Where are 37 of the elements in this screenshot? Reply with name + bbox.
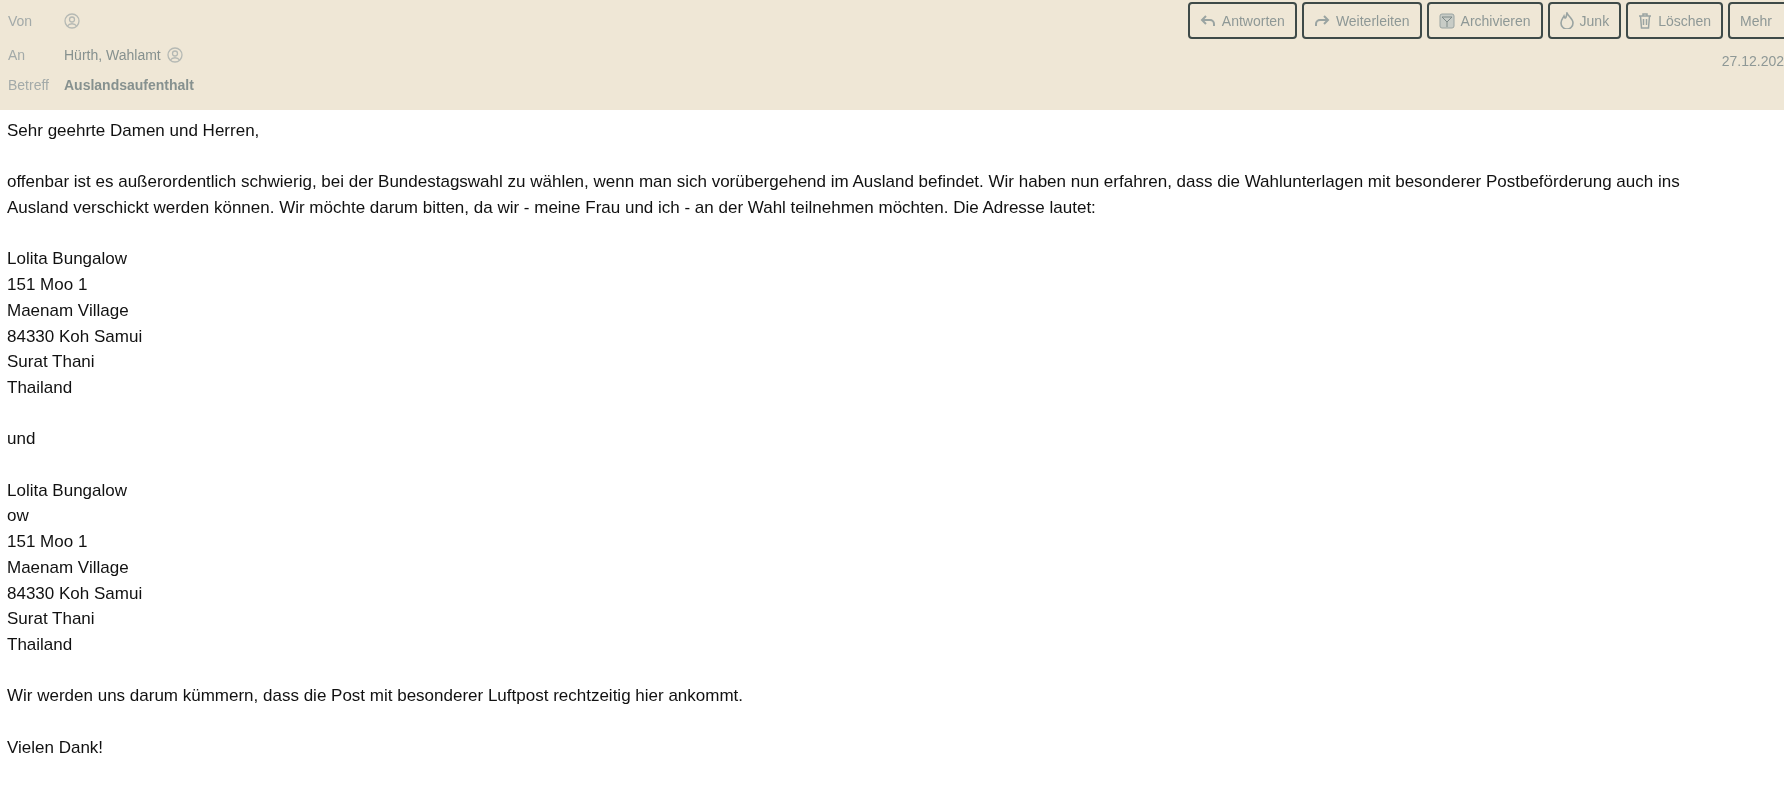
contact-icon[interactable] [64, 13, 80, 29]
address-line: 84330 Koh Samui [7, 325, 144, 348]
address-line: 84330 Koh Samui [7, 582, 144, 605]
reply-button[interactable]: Antworten [1187, 2, 1297, 39]
flame-icon [1559, 12, 1574, 29]
address-line: Maenam Village [7, 299, 130, 322]
address-line: Lolita Bungalow [7, 479, 129, 502]
recipient-name[interactable]: Hürth, Wahlamt [64, 47, 161, 63]
forward-button[interactable]: Weiterleiten [1301, 2, 1422, 39]
more-button[interactable]: Mehr [1728, 2, 1784, 39]
address-line: 151 Moo 1 [7, 274, 89, 297]
body-paragraph: Sehr geehrte Damen und Herren, [7, 120, 261, 142]
address-line: Maenam Village [7, 556, 130, 579]
address-line: ow [7, 505, 30, 528]
field-label: Betreff [8, 77, 49, 93]
address-line: 151 Moo 1 [7, 531, 89, 554]
body-paragraph: und [7, 428, 37, 451]
box-icon [1438, 12, 1455, 29]
trash-icon [1638, 12, 1653, 29]
forward-arrow-icon [1313, 13, 1330, 28]
address-line: Thailand [7, 377, 74, 399]
contact-icon[interactable] [166, 47, 183, 63]
body-paragraph: Vielen Dank! [7, 736, 105, 759]
field-label: An [8, 47, 26, 63]
body-paragraph: Wir werden uns darum kümmern, dass die Post mit besonderer Luftpost rechtzeitig hier ankommt. [7, 685, 745, 708]
reply-arrow-icon [1199, 13, 1216, 28]
field-label: Von [8, 13, 33, 29]
address-line: Surat Thani [7, 608, 96, 631]
archive-button[interactable]: Archivieren [1426, 2, 1543, 39]
address-line: Lolita Bungalow [7, 248, 129, 271]
body-paragraph: offenbar ist es außerordentlich schwierig, bei der Bundestagswahl zu wählen, wenn man sich vorübergehend im Ausland befindet. Wir haben nun erfahren, dass die Wahlunterlagen mit besonderer Postbeförderung auch ins Ausland verschickt werden können. Wir möchte darum bitten, da wir - meine Frau und ich - an der Wahl teilnehmen möchten. Die Adresse lautet: [7, 171, 1681, 220]
delete-button[interactable]: Löschen [1626, 2, 1724, 39]
address-line: Thailand [7, 634, 74, 656]
subject-text: Auslandsaufenthalt [64, 77, 194, 93]
junk-button[interactable]: Junk [1547, 2, 1622, 39]
address-line: Surat Thani [7, 351, 96, 374]
date-text: 27.12.202 [1721, 53, 1784, 69]
